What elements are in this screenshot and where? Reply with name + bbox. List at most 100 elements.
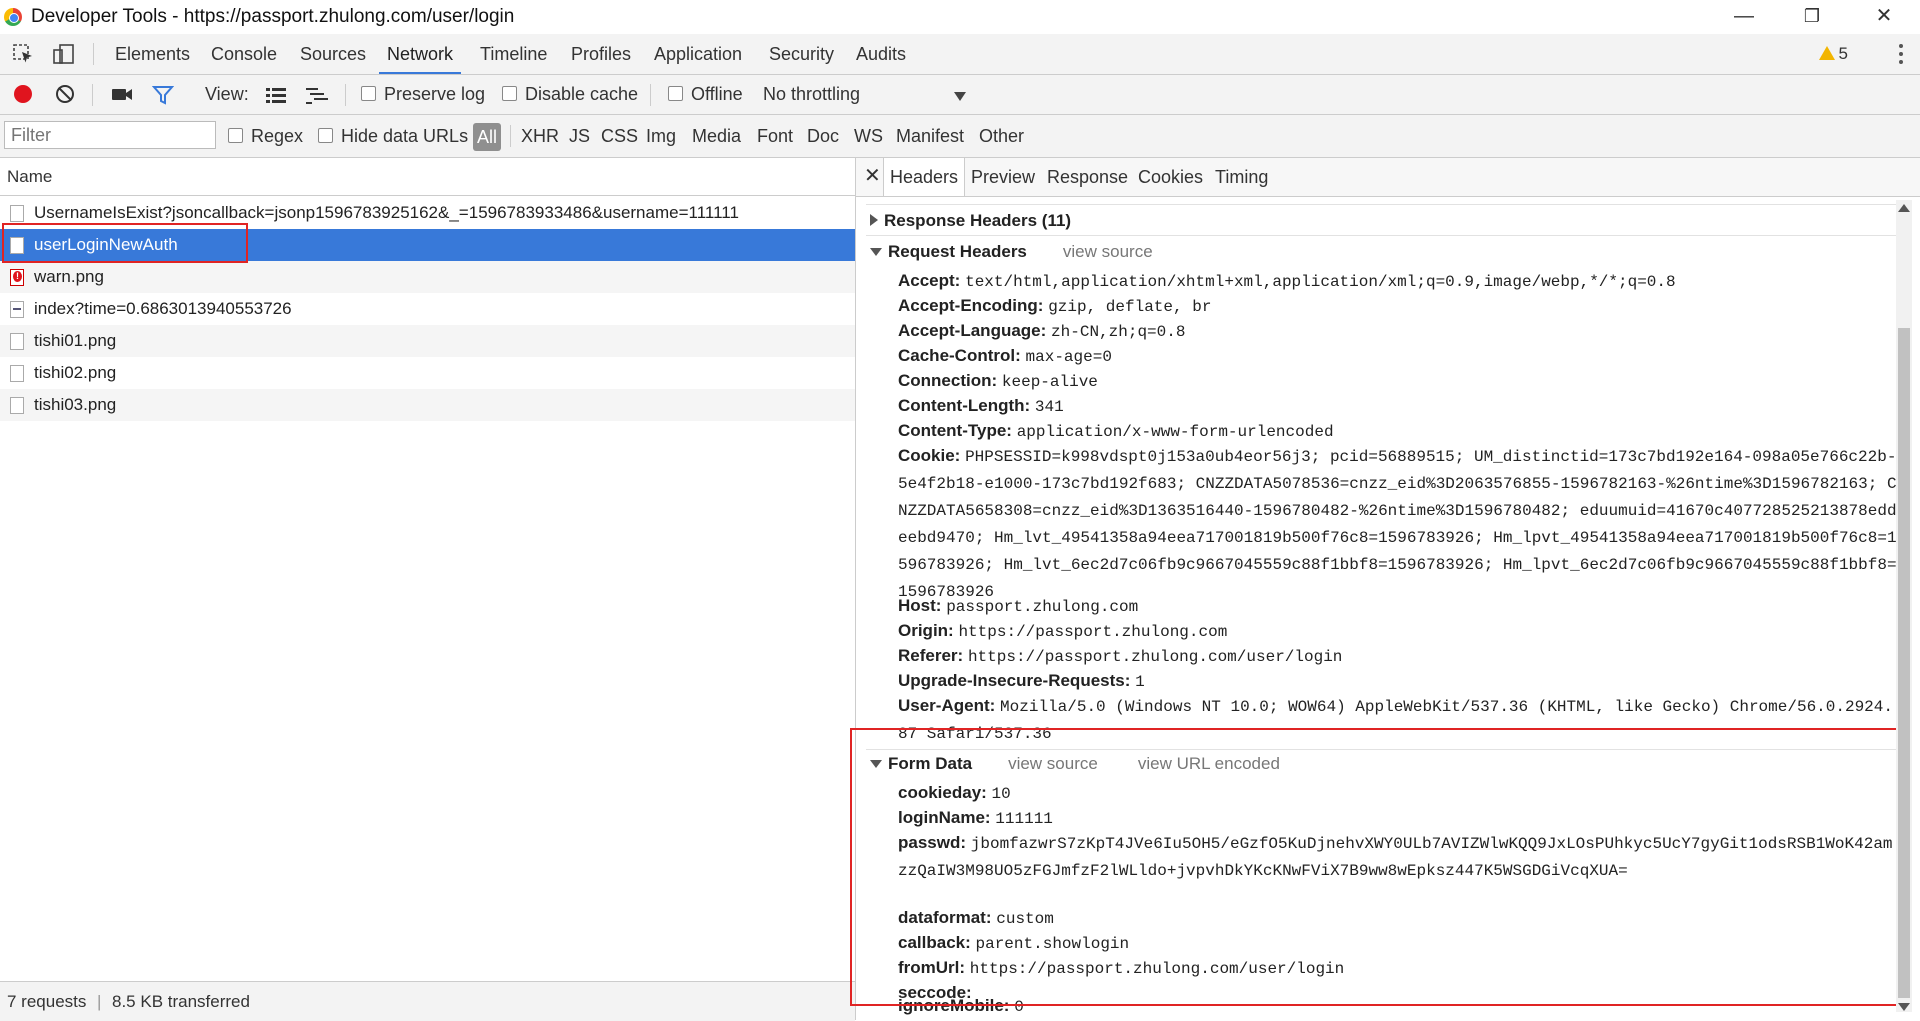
filter-type-css[interactable]: CSS bbox=[601, 115, 638, 157]
filter-type-xhr[interactable]: XHR bbox=[521, 115, 559, 157]
tab-timing[interactable]: Timing bbox=[1215, 158, 1268, 196]
record-icon[interactable] bbox=[14, 85, 32, 103]
filter-type-all[interactable]: All bbox=[473, 123, 502, 151]
form-field-name: callback: bbox=[898, 933, 971, 952]
header-row: Upgrade-Insecure-Requests: 1 bbox=[898, 668, 1898, 695]
form-field-value: https://passport.zhulong.com/user/login bbox=[969, 960, 1345, 978]
filter-type-manifest[interactable]: Manifest bbox=[896, 115, 964, 157]
header-name: Connection: bbox=[898, 371, 998, 390]
filter-icon[interactable] bbox=[152, 85, 174, 105]
preserve-log-checkbox[interactable]: Preserve log bbox=[361, 75, 485, 114]
form-field-value: custom bbox=[996, 910, 1054, 928]
request-row[interactable]: tishi03.png bbox=[0, 389, 855, 421]
header-row: Accept: text/html,application/xhtml+xml,… bbox=[898, 268, 1898, 295]
preserve-log-label: Preserve log bbox=[384, 84, 486, 104]
request-detail-pane: ✕ Headers Preview Response Cookies Timin… bbox=[856, 158, 1920, 1020]
warning-icon bbox=[1818, 46, 1835, 60]
request-row[interactable]: index?time=0.6863013940553726 bbox=[0, 293, 855, 325]
device-mode-icon[interactable] bbox=[52, 43, 76, 65]
toolbar-divider bbox=[345, 84, 346, 106]
header-name: User-Agent: bbox=[898, 696, 996, 715]
scroll-up-icon[interactable] bbox=[1898, 204, 1910, 212]
name-column-header[interactable]: Name bbox=[0, 158, 855, 196]
filter-input[interactable] bbox=[4, 121, 216, 149]
tab-response[interactable]: Response bbox=[1047, 158, 1128, 196]
form-row: passwd: jbomfazwrS7zKpT4JVe6Iu5OH5/eGzfO… bbox=[898, 830, 1898, 884]
filter-type-doc[interactable]: Doc bbox=[807, 115, 839, 157]
tab-network[interactable]: Network bbox=[379, 34, 462, 74]
toolbar-divider bbox=[92, 84, 93, 106]
restore-button[interactable]: ❐ bbox=[1782, 0, 1842, 34]
hide-data-urls-checkbox[interactable]: Hide data URLs bbox=[318, 115, 468, 157]
header-name: Accept-Language: bbox=[898, 321, 1047, 340]
request-row[interactable]: tishi01.png bbox=[0, 325, 855, 357]
offline-checkbox[interactable]: Offline bbox=[668, 75, 743, 114]
form-field-name: loginName: bbox=[898, 808, 991, 827]
tab-application[interactable]: Application bbox=[654, 34, 742, 74]
tab-security[interactable]: Security bbox=[769, 34, 834, 74]
request-name: warn.png bbox=[34, 267, 104, 286]
tab-console[interactable]: Console bbox=[211, 34, 277, 74]
regex-checkbox[interactable]: Regex bbox=[228, 115, 303, 157]
tab-preview[interactable]: Preview bbox=[971, 158, 1035, 196]
section-divider bbox=[866, 235, 1896, 236]
form-data-section[interactable]: Form Data view source view URL encoded bbox=[870, 754, 1280, 774]
view-source-link[interactable]: view source bbox=[1063, 242, 1153, 261]
chevron-down-icon[interactable] bbox=[954, 92, 966, 101]
collapse-icon bbox=[870, 760, 882, 768]
toolbar-divider bbox=[650, 84, 651, 106]
tab-elements[interactable]: Elements bbox=[115, 34, 190, 74]
request-name: tishi01.png bbox=[34, 331, 117, 350]
header-row: Content-Length: 341 bbox=[898, 393, 1898, 420]
file-icon bbox=[10, 205, 24, 222]
minimize-button[interactable]: — bbox=[1714, 0, 1774, 34]
clear-icon[interactable] bbox=[56, 85, 74, 103]
tab-cookies[interactable]: Cookies bbox=[1138, 158, 1203, 196]
scrollbar-thumb[interactable] bbox=[1898, 328, 1910, 998]
header-value: application/x-www-form-urlencoded bbox=[1016, 423, 1334, 441]
response-headers-section[interactable]: Response Headers (11) bbox=[870, 211, 1071, 231]
warnings-counter[interactable]: 5 bbox=[1818, 34, 1848, 74]
close-window-button[interactable]: ✕ bbox=[1854, 0, 1914, 34]
expand-icon bbox=[870, 214, 878, 226]
form-row: callback: parent.showlogin bbox=[898, 930, 1898, 957]
request-row[interactable]: warn.png bbox=[0, 261, 855, 293]
request-row[interactable]: tishi02.png bbox=[0, 357, 855, 389]
filter-type-other[interactable]: Other bbox=[979, 115, 1024, 157]
throttling-select[interactable]: No throttling bbox=[763, 75, 860, 114]
scroll-down-icon[interactable] bbox=[1898, 1003, 1910, 1011]
more-options-icon[interactable] bbox=[1898, 42, 1904, 66]
status-separator: | bbox=[97, 992, 102, 1011]
close-icon[interactable]: ✕ bbox=[864, 158, 881, 196]
filter-type-img[interactable]: Img bbox=[646, 115, 676, 157]
header-row: Accept-Language: zh-CN,zh;q=0.8 bbox=[898, 318, 1898, 345]
header-name: Content-Length: bbox=[898, 396, 1031, 415]
waterfall-icon[interactable] bbox=[305, 86, 331, 104]
header-name: Cache-Control: bbox=[898, 346, 1021, 365]
tab-audits[interactable]: Audits bbox=[856, 34, 906, 74]
form-field-name: fromUrl: bbox=[898, 958, 966, 977]
view-source-link[interactable]: view source bbox=[1008, 754, 1098, 773]
request-row[interactable]: UsernameIsExist?jsoncallback=jsonp159678… bbox=[0, 197, 855, 229]
header-value: text/html,application/xhtml+xml,applicat… bbox=[965, 273, 1676, 291]
request-name: tishi02.png bbox=[34, 363, 117, 382]
form-field-value: 0 bbox=[1014, 998, 1024, 1016]
tab-timeline[interactable]: Timeline bbox=[480, 34, 547, 74]
filter-type-font[interactable]: Font bbox=[757, 115, 793, 157]
view-url-encoded-link[interactable]: view URL encoded bbox=[1138, 754, 1280, 773]
inspect-element-icon[interactable] bbox=[12, 43, 36, 65]
filter-type-media[interactable]: Media bbox=[692, 115, 741, 157]
header-value: keep-alive bbox=[1001, 373, 1098, 391]
filter-type-js[interactable]: JS bbox=[569, 115, 590, 157]
disable-cache-checkbox[interactable]: Disable cache bbox=[502, 75, 638, 114]
filter-type-ws[interactable]: WS bbox=[854, 115, 883, 157]
tab-headers[interactable]: Headers bbox=[883, 158, 966, 196]
tab-profiles[interactable]: Profiles bbox=[571, 34, 631, 74]
tab-sources[interactable]: Sources bbox=[300, 34, 366, 74]
request-headers-section[interactable]: Request Headers view source bbox=[870, 242, 1153, 262]
large-rows-icon[interactable] bbox=[265, 86, 287, 104]
camera-icon[interactable] bbox=[111, 86, 133, 102]
header-row: Referer: https://passport.zhulong.com/us… bbox=[898, 643, 1898, 670]
devtools-tabbar: Elements Console Sources Network Timelin… bbox=[0, 34, 1920, 75]
request-row-selected[interactable]: userLoginNewAuth bbox=[0, 229, 855, 261]
